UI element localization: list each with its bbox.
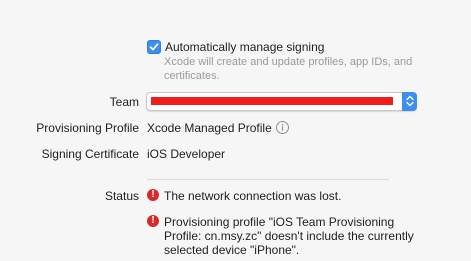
signing-certificate-value: iOS Developer (147, 147, 226, 161)
redacted-team-value (151, 97, 393, 105)
info-icon[interactable] (276, 121, 289, 134)
chevron-up-down-icon (406, 95, 414, 107)
team-popup[interactable] (146, 92, 417, 111)
checkmark-icon (149, 43, 159, 51)
error-icon: ! (147, 189, 159, 201)
auto-manage-signing-label[interactable]: Automatically manage signing (165, 40, 324, 54)
section-divider (147, 179, 389, 180)
status-message-provisioning: Provisioning profile "iOS Team Provision… (164, 215, 414, 257)
auto-manage-signing-checkbox[interactable] (147, 40, 161, 54)
status-message-network: The network connection was lost. (164, 189, 342, 203)
team-popup-stepper[interactable] (402, 92, 417, 111)
team-label: Team (109, 95, 139, 109)
status-label: Status (104, 189, 139, 203)
provisioning-profile-value: Xcode Managed Profile (147, 121, 272, 135)
auto-manage-signing-helper: Xcode will create and update profiles, a… (164, 56, 413, 82)
provisioning-profile-label: Provisioning Profile (36, 121, 139, 135)
signing-certificate-label: Signing Certificate (41, 147, 139, 161)
error-icon: ! (147, 215, 159, 227)
